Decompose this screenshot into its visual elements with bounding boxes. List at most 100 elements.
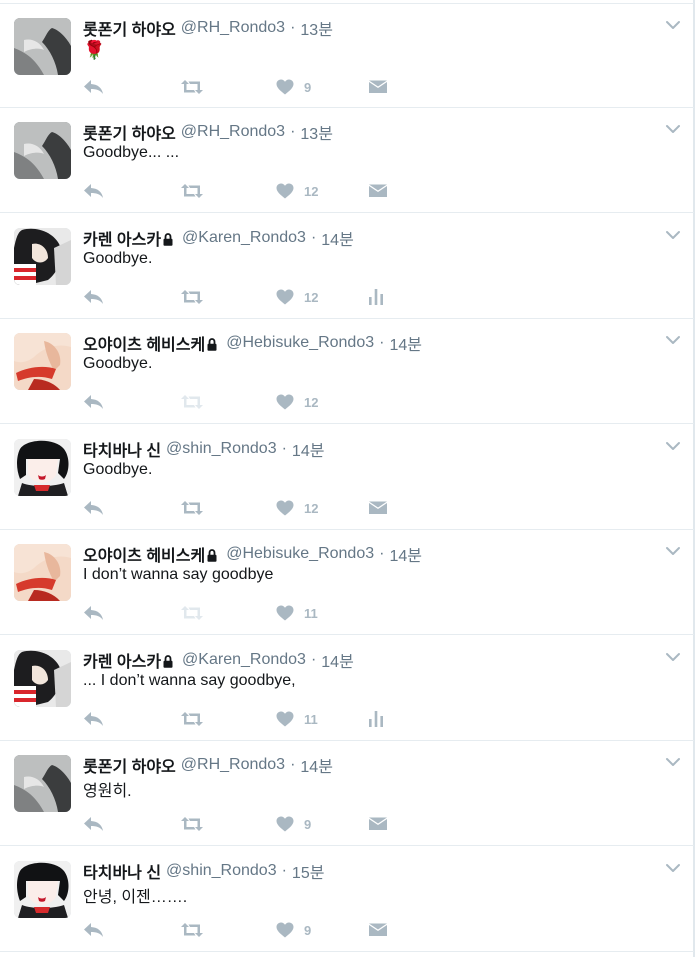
- heart-icon: [276, 816, 294, 832]
- retweet-button[interactable]: [179, 286, 205, 308]
- reply-button[interactable]: [83, 180, 105, 202]
- tweet[interactable]: 롯폰기 하야오 @RH_Rondo3 · 14분 영원히. 9: [0, 741, 694, 846]
- display-name[interactable]: 오야이츠 헤비스케: [83, 542, 205, 566]
- reply-button[interactable]: [83, 286, 105, 308]
- analytics-button[interactable]: [368, 286, 384, 308]
- chevron-down-icon[interactable]: [665, 122, 681, 134]
- chevron-down-icon[interactable]: [665, 18, 681, 30]
- like-button[interactable]: 12: [276, 180, 318, 202]
- like-count: 12: [304, 500, 319, 516]
- reply-button[interactable]: [83, 391, 105, 413]
- user-handle[interactable]: @Hebisuke_Rondo3: [226, 334, 374, 352]
- like-button[interactable]: 12: [276, 497, 318, 519]
- retweet-button[interactable]: [179, 76, 205, 98]
- user-handle[interactable]: @shin_Rondo3: [166, 440, 277, 458]
- chevron-down-icon[interactable]: [665, 228, 681, 240]
- reply-icon: [83, 605, 105, 621]
- avatar-image: [14, 228, 71, 285]
- like-button[interactable]: 11: [276, 708, 318, 730]
- display-name[interactable]: 롯폰기 하야오: [83, 753, 176, 777]
- reply-button[interactable]: [83, 813, 105, 835]
- timestamp[interactable]: 15분: [292, 859, 325, 883]
- user-handle[interactable]: @RH_Rondo3: [181, 756, 285, 774]
- chevron-down-icon[interactable]: [665, 439, 681, 451]
- avatar[interactable]: [14, 228, 71, 285]
- reply-button[interactable]: [83, 76, 105, 98]
- chevron-down-icon[interactable]: [665, 650, 681, 662]
- reply-button[interactable]: [83, 919, 105, 941]
- tweet[interactable]: 오야이츠 헤비스케 @Hebisuke_Rondo3 · 14분 I don’t…: [0, 530, 694, 635]
- avatar[interactable]: [14, 122, 71, 179]
- display-name[interactable]: 타치바나 신: [83, 437, 161, 461]
- retweet-button[interactable]: [179, 813, 205, 835]
- timestamp[interactable]: 14분: [321, 226, 354, 250]
- envelope-icon: [368, 500, 388, 516]
- retweet-button[interactable]: [179, 180, 205, 202]
- display-name[interactable]: 카렌 아스카: [83, 648, 161, 672]
- reply-button[interactable]: [83, 708, 105, 730]
- tweet[interactable]: 롯폰기 하야오 @RH_Rondo3 · 13분 🌹 9: [0, 3, 694, 108]
- timestamp[interactable]: 14분: [300, 753, 333, 777]
- display-name[interactable]: 롯폰기 하야오: [83, 16, 176, 40]
- like-button[interactable]: 9: [276, 919, 311, 941]
- timestamp[interactable]: 14분: [292, 437, 325, 461]
- analytics-button[interactable]: [368, 708, 384, 730]
- separator-dot: ·: [310, 651, 317, 668]
- chevron-down-icon[interactable]: [665, 755, 681, 767]
- tweet-header: 롯폰기 하야오 @RH_Rondo3 · 13분: [83, 121, 333, 143]
- user-handle[interactable]: @RH_Rondo3: [181, 19, 285, 37]
- like-button[interactable]: 9: [276, 813, 311, 835]
- retweet-button[interactable]: [179, 497, 205, 519]
- avatar[interactable]: [14, 861, 71, 918]
- timestamp[interactable]: 14분: [321, 648, 354, 672]
- retweet-button[interactable]: [179, 919, 205, 941]
- like-count: 9: [304, 816, 312, 832]
- user-handle[interactable]: @shin_Rondo3: [166, 862, 277, 880]
- user-handle[interactable]: @Karen_Rondo3: [182, 229, 306, 247]
- direct-message-button[interactable]: [368, 813, 388, 835]
- avatar[interactable]: [14, 650, 71, 707]
- timestamp[interactable]: 13분: [300, 16, 333, 40]
- avatar[interactable]: [14, 544, 71, 601]
- like-button[interactable]: 11: [276, 602, 318, 624]
- like-button[interactable]: 12: [276, 391, 318, 413]
- direct-message-button[interactable]: [368, 180, 388, 202]
- reply-icon: [83, 816, 105, 832]
- timestamp[interactable]: 13분: [300, 120, 333, 144]
- display-name[interactable]: 카렌 아스카: [83, 226, 161, 250]
- tweet[interactable]: 타치바나 신 @shin_Rondo3 · 14분 Goodbye. 12: [0, 425, 694, 530]
- timestamp[interactable]: 14분: [389, 542, 422, 566]
- tweet-actions: 11: [83, 602, 403, 624]
- reply-button[interactable]: [83, 497, 105, 519]
- avatar[interactable]: [14, 755, 71, 812]
- separator-dot: ·: [379, 334, 385, 351]
- user-handle[interactable]: @RH_Rondo3: [181, 123, 285, 141]
- avatar[interactable]: [14, 18, 71, 75]
- like-button[interactable]: 9: [276, 76, 311, 98]
- tweet[interactable]: 카렌 아스카 @Karen_Rondo3 · 14분 Goodbye. 12: [0, 214, 694, 319]
- display-name[interactable]: 오야이츠 헤비스케: [83, 331, 205, 355]
- tweet[interactable]: 롯폰기 하야오 @RH_Rondo3 · 13분 Goodbye... ... …: [0, 108, 694, 213]
- tweet[interactable]: 오야이츠 헤비스케 @Hebisuke_Rondo3 · 14분 Goodbye…: [0, 319, 694, 424]
- tweet-header: 롯폰기 하야오 @RH_Rondo3 · 13분: [83, 17, 333, 39]
- avatar[interactable]: [14, 333, 71, 390]
- direct-message-button[interactable]: [368, 76, 388, 98]
- chevron-down-icon[interactable]: [665, 544, 681, 556]
- heart-icon: [276, 183, 294, 199]
- timestamp[interactable]: 14분: [389, 331, 422, 355]
- retweet-button[interactable]: [179, 708, 205, 730]
- user-handle[interactable]: @Karen_Rondo3: [182, 651, 306, 669]
- chevron-down-icon[interactable]: [665, 861, 681, 873]
- reply-button[interactable]: [83, 602, 105, 624]
- tweet[interactable]: 타치바나 신 @shin_Rondo3 · 15분 안녕, 이젠……. 9: [0, 847, 694, 952]
- chevron-down-icon[interactable]: [665, 333, 681, 345]
- direct-message-button[interactable]: [368, 919, 388, 941]
- like-button[interactable]: 12: [276, 286, 318, 308]
- user-handle[interactable]: @Hebisuke_Rondo3: [226, 545, 374, 563]
- tweet[interactable]: 카렌 아스카 @Karen_Rondo3 · 14분 ... I don’t w…: [0, 636, 694, 741]
- display-name[interactable]: 롯폰기 하야오: [83, 120, 176, 144]
- avatar[interactable]: [14, 439, 71, 496]
- retweet-icon: [179, 605, 205, 621]
- display-name[interactable]: 타치바나 신: [83, 859, 161, 883]
- direct-message-button[interactable]: [368, 497, 388, 519]
